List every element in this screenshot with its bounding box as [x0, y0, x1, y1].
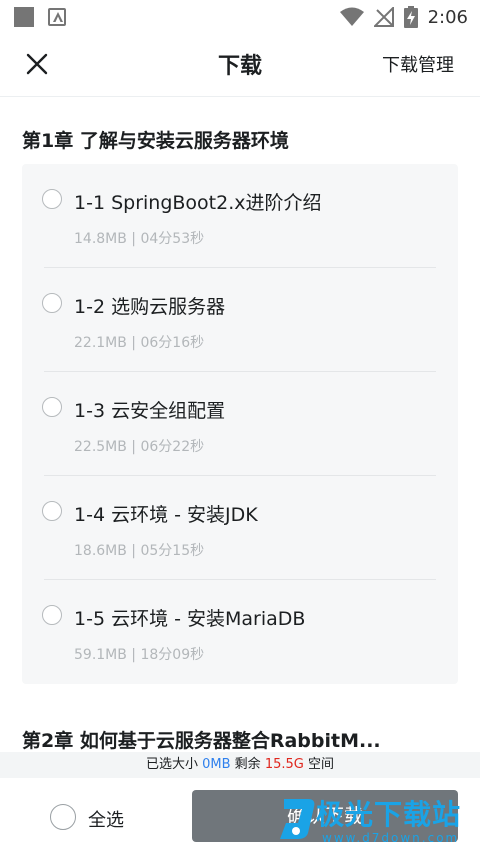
lesson-list: 1-1 SpringBoot2.x进阶介绍 14.8MB | 04分53秒 1-… [22, 164, 458, 684]
watermark: 极光下载站 www.d7down.com [278, 789, 474, 851]
lesson-radio[interactable] [42, 397, 62, 417]
status-bar: 2:06 [0, 0, 480, 34]
no-signal-icon [373, 7, 394, 27]
status-icons: 2:06 [339, 5, 468, 29]
lesson-radio[interactable] [42, 501, 62, 521]
remaining-label: 剩余 [234, 757, 261, 772]
lesson-meta: 22.5MB | 06分22秒 [74, 439, 205, 455]
watermark-url: www.d7down.com [322, 831, 460, 845]
wifi-icon [339, 7, 364, 26]
watermark-logo-icon [280, 799, 315, 839]
watermark-name: 极光下载站 [316, 798, 462, 831]
notification-square-icon [14, 7, 34, 27]
selected-size-label: 已选大小 [145, 757, 198, 772]
status-time: 2:06 [427, 6, 468, 28]
lesson-meta: 18.6MB | 05分15秒 [74, 543, 205, 559]
battery-charging-icon [403, 6, 418, 28]
lesson-title: 1-5 云环境 - 安装MariaDB [74, 608, 306, 630]
lesson-radio[interactable] [42, 189, 62, 209]
lesson-item[interactable]: 1-3 云安全组配置 22.5MB | 06分22秒 [22, 372, 458, 476]
lesson-title: 1-1 SpringBoot2.x进阶介绍 [74, 192, 322, 214]
lesson-meta: 59.1MB | 18分09秒 [74, 647, 205, 663]
remaining-value: 15.5G [264, 757, 304, 772]
bottom-bar: 全选 确认下载 极光下载站 www.d7down.com [0, 778, 480, 853]
lesson-item[interactable]: 1-5 云环境 - 安装MariaDB 59.1MB | 18分09秒 [22, 580, 458, 684]
chapter-title: 第1章 了解与安装云服务器环境 [22, 130, 289, 152]
selected-size-value: 0MB [202, 757, 231, 772]
lesson-item[interactable]: 1-4 云环境 - 安装JDK 18.6MB | 05分15秒 [22, 476, 458, 580]
select-all-label[interactable]: 全选 [88, 806, 124, 832]
lesson-item[interactable]: 1-1 SpringBoot2.x进阶介绍 14.8MB | 04分53秒 [22, 164, 458, 268]
lesson-radio[interactable] [42, 605, 62, 625]
lesson-item[interactable]: 1-2 选购云服务器 22.1MB | 06分16秒 [22, 268, 458, 372]
lesson-radio[interactable] [42, 293, 62, 313]
storage-info: 已选大小 0MB 剩余 15.5G 空间 [0, 752, 480, 778]
download-manage-button[interactable]: 下载管理 [382, 51, 454, 77]
app-header: 下载 下载管理 [0, 34, 480, 97]
space-label: 空间 [308, 757, 335, 772]
lesson-title: 1-4 云环境 - 安装JDK [74, 504, 258, 526]
select-all-radio[interactable] [50, 804, 76, 830]
notification-a-icon [48, 8, 66, 26]
chapter-title: 第2章 如何基于云服务器整合RabbitM... [22, 730, 381, 752]
lesson-meta: 22.1MB | 06分16秒 [74, 335, 205, 351]
lesson-title: 1-3 云安全组配置 [74, 400, 226, 422]
lesson-meta: 14.8MB | 04分53秒 [74, 231, 205, 247]
lesson-title: 1-2 选购云服务器 [74, 296, 226, 318]
